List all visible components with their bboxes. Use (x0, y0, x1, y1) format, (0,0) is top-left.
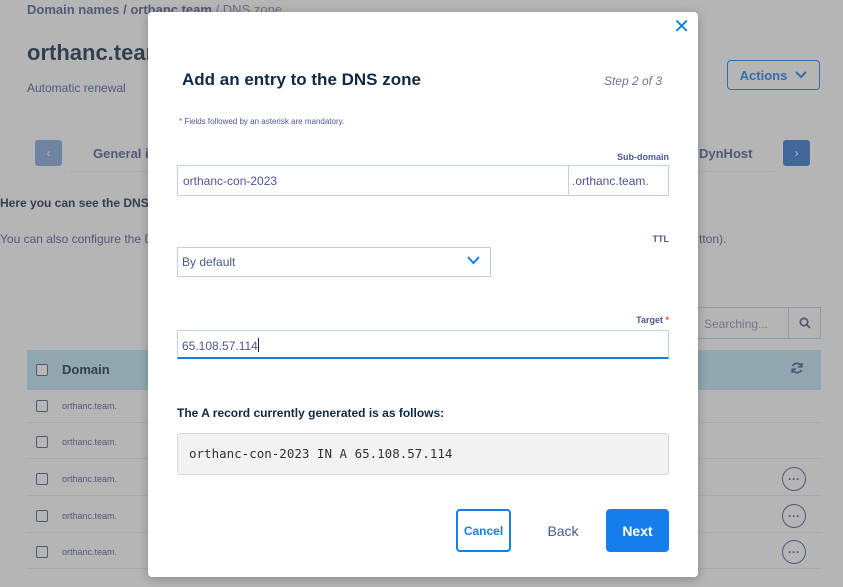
add-dns-entry-dialog: ✕ Add an entry to the DNS zone Step 2 of… (148, 12, 698, 577)
ttl-value: By default (182, 255, 236, 269)
subdomain-suffix: .orthanc.team. (569, 165, 669, 196)
target-value: 65.108.57.114 (182, 339, 258, 353)
ttl-select[interactable]: By default (177, 247, 491, 277)
mandatory-note: * Fields followed by an asterisk are man… (179, 117, 345, 126)
close-icon[interactable]: ✕ (673, 17, 690, 37)
step-indicator: Step 2 of 3 (603, 74, 662, 88)
text-cursor (257, 338, 259, 352)
back-button[interactable]: Back (533, 509, 593, 552)
cancel-button[interactable]: Cancel (456, 509, 511, 552)
generated-record: orthanc-con-2023 IN A 65.108.57.114 (177, 433, 669, 475)
dialog-title: Add an entry to the DNS zone (182, 70, 421, 89)
subdomain-input[interactable]: orthanc-con-2023 (177, 165, 569, 196)
target-label: Target * (636, 315, 669, 325)
mandatory-note-text: Fields followed by an asterisk are manda… (184, 117, 345, 126)
next-button[interactable]: Next (606, 509, 669, 552)
target-label-text: Target (636, 315, 663, 325)
ttl-label: TTL (652, 234, 670, 244)
chevron-down-icon (467, 256, 480, 265)
subdomain-label: Sub-domain (617, 152, 669, 162)
generated-record-label: The A record currently generated is as f… (177, 406, 445, 420)
target-input[interactable]: 65.108.57.114 (177, 330, 669, 359)
